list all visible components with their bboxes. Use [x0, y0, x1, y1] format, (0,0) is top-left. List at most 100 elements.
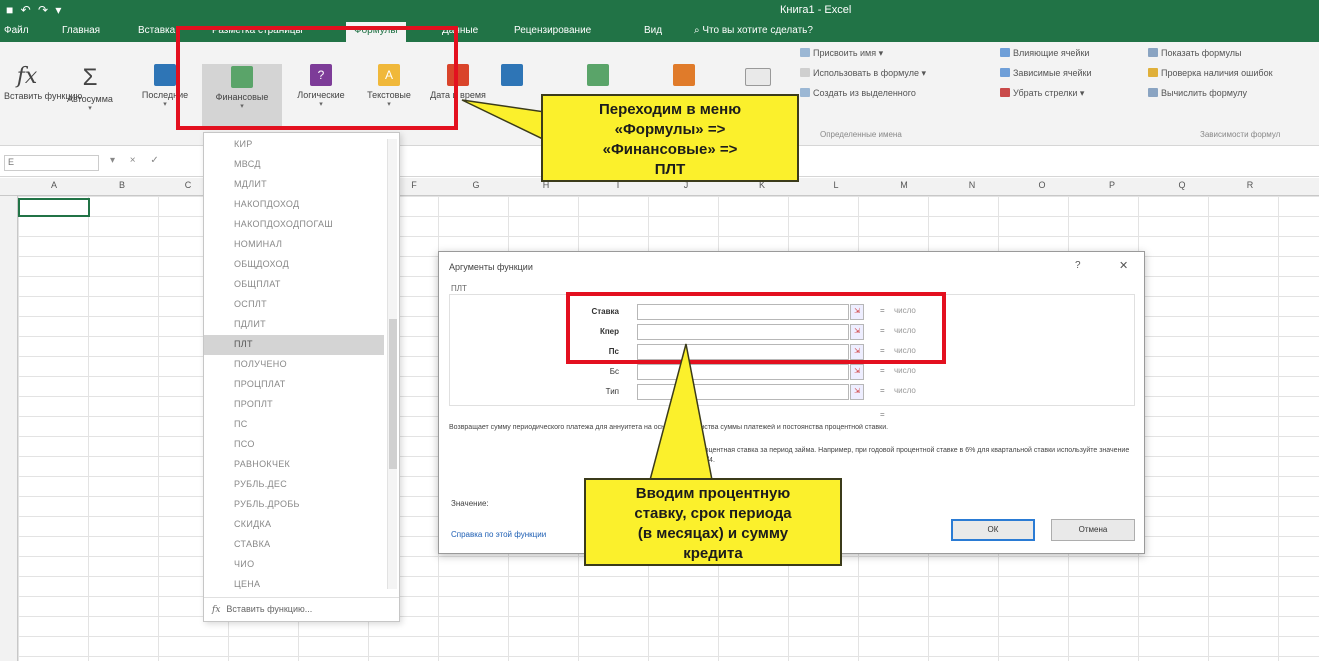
remove-arrows-button[interactable]: Убрать стрелки ▾ [1000, 88, 1084, 99]
column-header[interactable]: Q [1172, 180, 1192, 190]
dropdown-item[interactable]: ОБЩДОХОД [204, 255, 384, 275]
tab-insert[interactable]: Вставка [138, 25, 175, 36]
tab-review[interactable]: Рецензирование [514, 25, 591, 36]
fv-input[interactable] [637, 364, 849, 380]
autosum-button[interactable]: Σ Автосумма ▾ [60, 64, 120, 112]
dropdown-item[interactable]: ПДЛИТ [204, 315, 384, 335]
dropdown-item[interactable]: ЦЕНА [204, 575, 384, 595]
help-icon[interactable]: ? [1075, 260, 1081, 271]
window-title: Книга1 - Excel [780, 4, 852, 16]
name-manager-button[interactable] [738, 68, 778, 90]
dropdown-item[interactable]: ПС [204, 415, 384, 435]
dropdown-item[interactable]: ПРОЦПЛАТ [204, 375, 384, 395]
tag-icon [800, 48, 810, 57]
column-header[interactable]: O [1032, 180, 1052, 190]
show-formulas-button[interactable]: Показать формулы [1148, 48, 1242, 58]
dropdown-item[interactable]: МВСД [204, 155, 384, 175]
dropdown-scrollbar[interactable] [387, 139, 397, 589]
row-headers[interactable] [0, 196, 18, 661]
formula-icon [800, 68, 810, 77]
dropdown-item[interactable]: РАВНОКЧЕК [204, 455, 384, 475]
sigma-icon: Σ [82, 64, 98, 91]
dropdown-item[interactable]: ОБЩПЛАТ [204, 275, 384, 295]
dropdown-item[interactable]: КИР [204, 135, 384, 155]
fx-icon: fx [212, 605, 221, 615]
dropdown-item[interactable]: НОМИНАЛ [204, 235, 384, 255]
callout-line: кредита [683, 545, 743, 562]
equals-sign: = [880, 386, 885, 395]
dropdown-item[interactable]: СТАВКА [204, 535, 384, 555]
highlight-argument-fields [566, 292, 946, 364]
column-header[interactable]: B [112, 180, 132, 190]
use-in-formula-button[interactable]: Использовать в формуле ▾ [800, 68, 926, 79]
dropdown-item[interactable]: ПСО [204, 435, 384, 455]
formula-bar-controls[interactable]: ▾ × ✓ [110, 155, 165, 166]
lookup-functions-button[interactable] [492, 64, 532, 90]
trace-dependents-button[interactable]: Зависимые ячейки [1000, 68, 1092, 78]
arrow-icon [1000, 48, 1010, 57]
dropdown-item[interactable]: СКИДКА [204, 515, 384, 535]
callout-bottom: Вводим процентную ставку, срок периода (… [584, 478, 842, 566]
column-header[interactable]: G [466, 180, 486, 190]
table-icon [800, 88, 810, 97]
error-checking-button[interactable]: Проверка наличия ошибок [1148, 68, 1273, 78]
scrollbar-thumb[interactable] [389, 319, 397, 469]
range-select-icon[interactable]: ⇲ [850, 384, 864, 400]
math-functions-button[interactable] [578, 64, 618, 90]
column-header[interactable]: P [1102, 180, 1122, 190]
tell-me-search[interactable]: ⌕ Что вы хотите сделать? [694, 25, 813, 36]
define-name-button[interactable]: Присвоить имя ▾ [800, 48, 883, 59]
insert-function-menu-item[interactable]: fx Вставить функцию... [204, 597, 399, 621]
argument-description: процентная ставка за период займа. Напри… [697, 447, 1130, 464]
cancel-button[interactable]: Отмена [1051, 519, 1135, 541]
more-functions-button[interactable] [664, 64, 704, 90]
callout-line: Переходим в меню [598, 101, 742, 118]
create-from-selection-button[interactable]: Создать из выделенного [800, 88, 916, 98]
range-select-icon[interactable]: ⇲ [850, 364, 864, 380]
close-icon[interactable]: ✕ [1119, 259, 1128, 272]
evaluate-formula-button[interactable]: Вычислить формулу [1148, 88, 1247, 98]
equals-sign: = [880, 366, 885, 375]
dropdown-item[interactable]: РУБЛЬ.ДРОБЬ [204, 495, 384, 515]
highlight-formulas-financial [176, 26, 458, 130]
dropdown-item[interactable]: НАКОПДОХОДПОГАШ [204, 215, 384, 235]
dropdown-item[interactable]: ОСПЛТ [204, 295, 384, 315]
column-header[interactable]: L [826, 180, 846, 190]
dropdown-item-selected[interactable]: ПЛТ [204, 335, 384, 355]
insert-function-button[interactable]: fx Вставить функцию [4, 64, 82, 101]
name-box[interactable]: E [4, 155, 99, 171]
quick-access-toolbar[interactable]: ■ ↶ ↷ ▾ [6, 3, 63, 17]
active-cell[interactable] [18, 198, 90, 217]
column-header[interactable]: F [404, 180, 424, 190]
evaluate-icon [1148, 88, 1158, 97]
column-header[interactable]: N [962, 180, 982, 190]
column-header[interactable]: R [1240, 180, 1260, 190]
argument-label: Тип [605, 387, 619, 396]
dropdown-item[interactable]: ЧИО [204, 555, 384, 575]
dropdown-item[interactable]: НАКОПДОХОД [204, 195, 384, 215]
remove-arrows-icon [1000, 88, 1010, 97]
column-header[interactable]: A [44, 180, 64, 190]
column-header[interactable]: C [178, 180, 198, 190]
callout-line: ПЛТ [654, 161, 686, 178]
tab-file[interactable]: Файл [4, 25, 29, 36]
column-header[interactable]: M [894, 180, 914, 190]
dropdown-item[interactable]: ПРОПЛТ [204, 395, 384, 415]
result-equals: = [880, 410, 885, 419]
argument-result: число [894, 366, 916, 375]
ok-button[interactable]: ОК [951, 519, 1035, 541]
tag-icon [745, 68, 771, 86]
dropdown-item[interactable]: РУБЛЬ.ДЕС [204, 475, 384, 495]
dropdown-item[interactable]: МДЛИТ [204, 175, 384, 195]
help-link[interactable]: Справка по этой функции [451, 530, 546, 539]
tab-view[interactable]: Вид [644, 25, 662, 36]
argument-label: Бс [609, 367, 619, 376]
callout-line: Вводим процентную [635, 485, 791, 502]
callout-line: ставку, срок периода [634, 505, 792, 522]
trace-precedents-button[interactable]: Влияющие ячейки [1000, 48, 1089, 58]
type-input[interactable] [637, 384, 849, 400]
tab-home[interactable]: Главная [62, 25, 100, 36]
value-label: Значение: [451, 499, 489, 508]
callout-line: «Финансовые» => [602, 141, 738, 158]
dropdown-item[interactable]: ПОЛУЧЕНО [204, 355, 384, 375]
